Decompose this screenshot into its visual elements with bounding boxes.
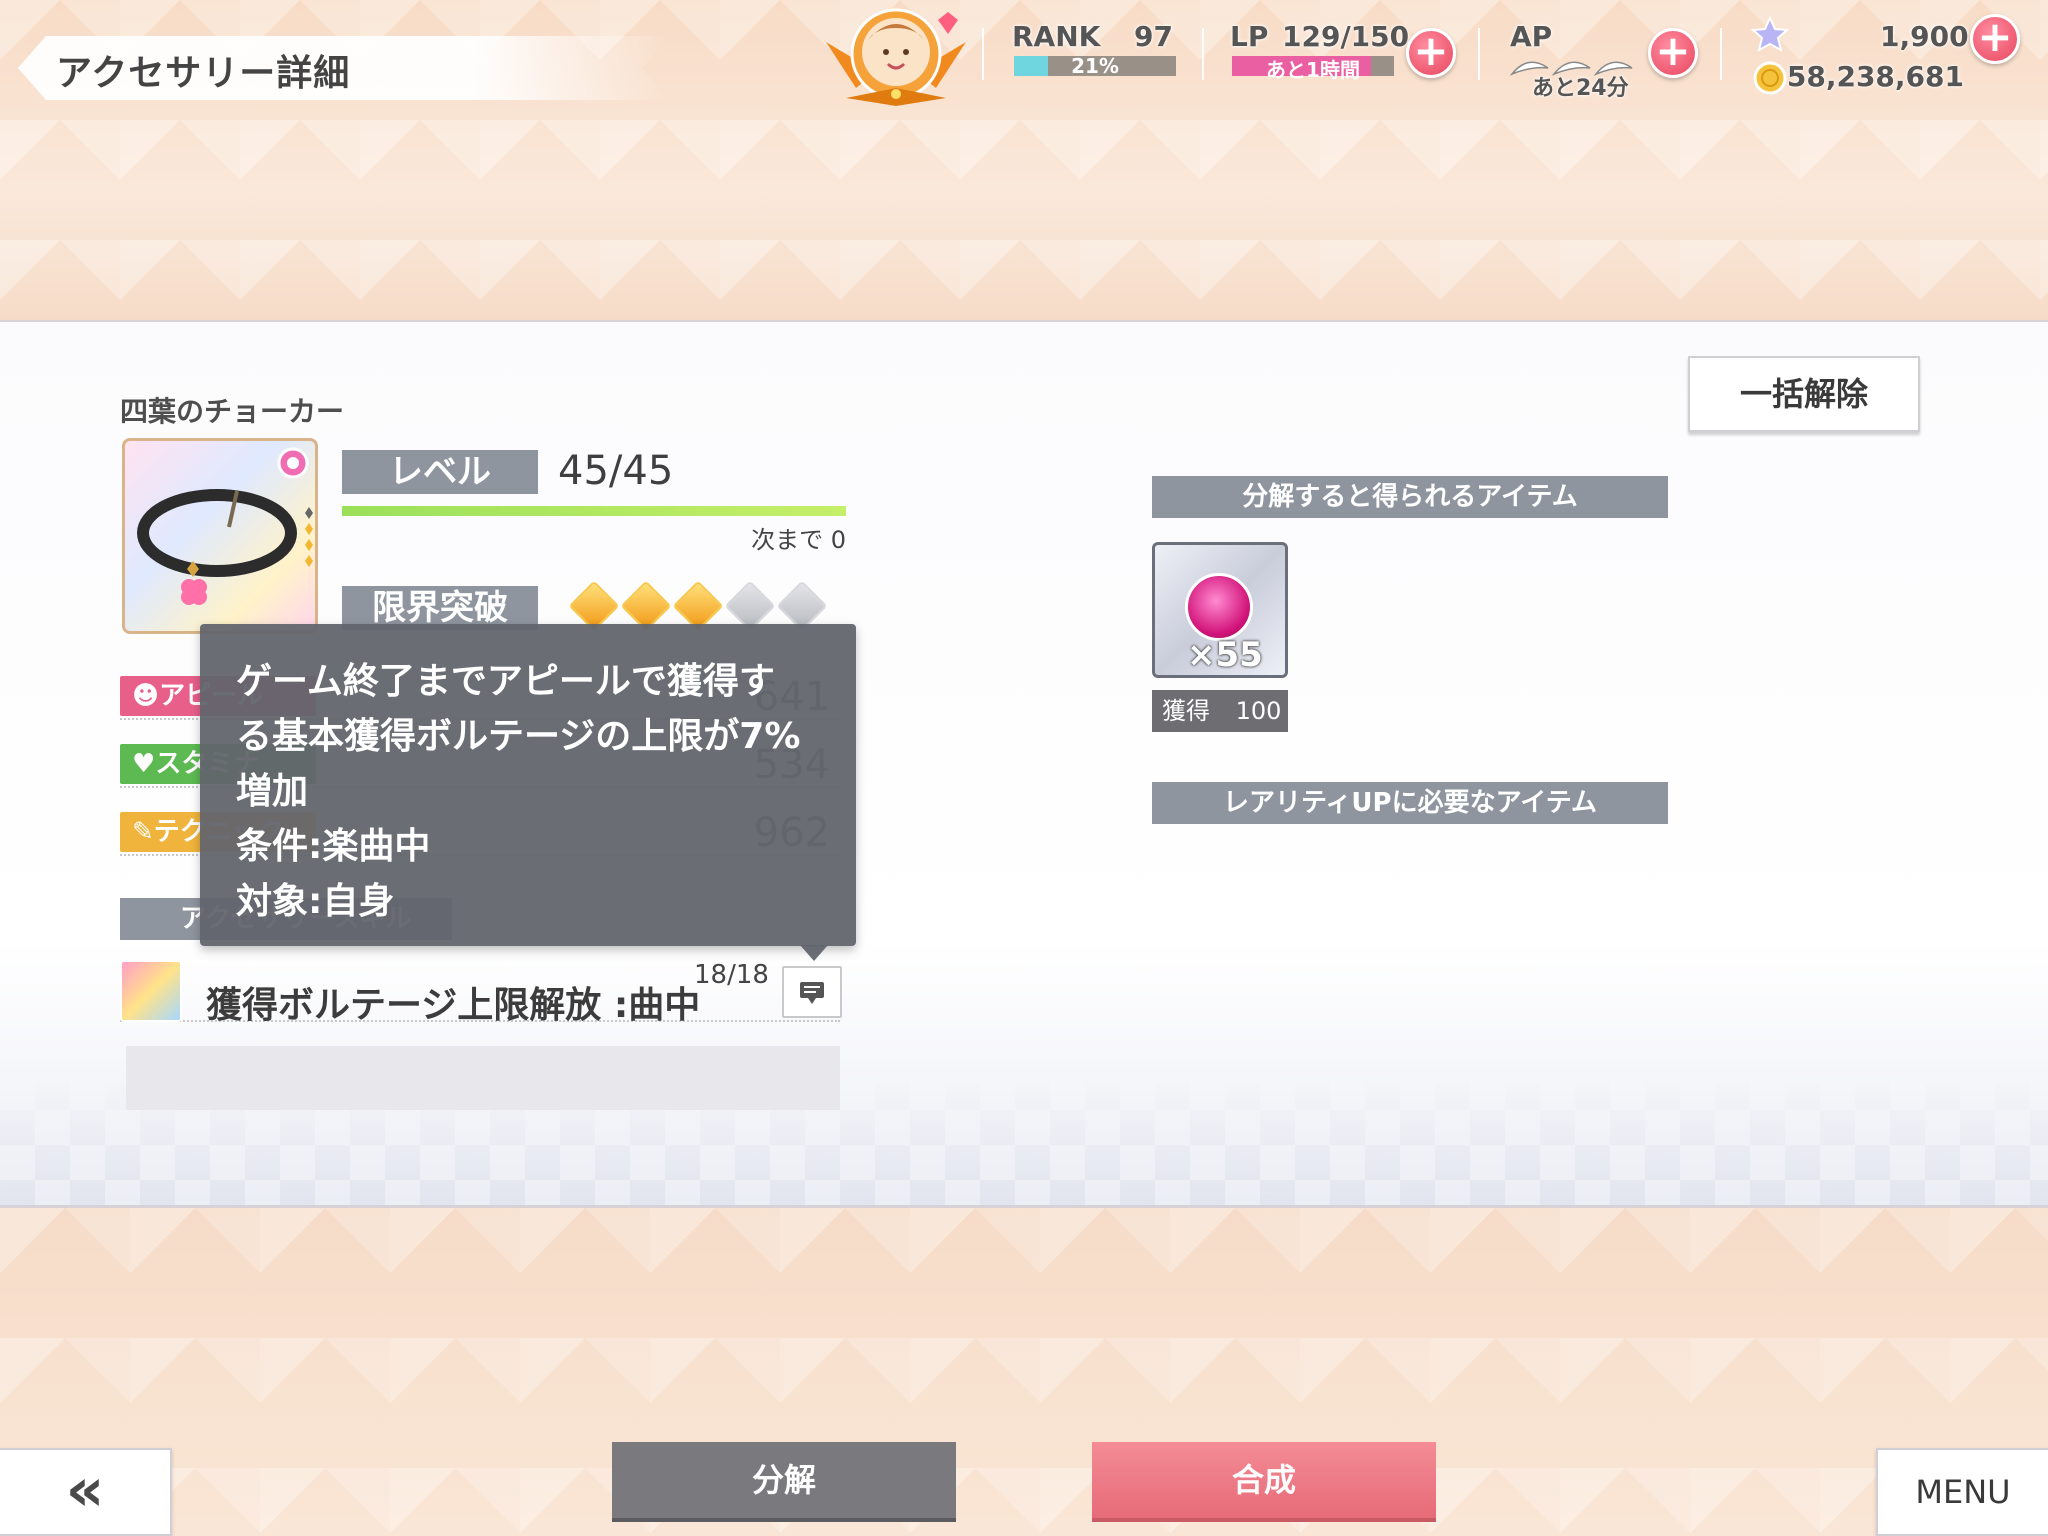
player-emblem-icon[interactable] [816,2,976,110]
skill-name: 獲得ボルテージ上限解放 :曲中 [206,985,701,1026]
page-title: アクセサリー詳細 [56,53,351,94]
lp-value: 129/150 [1282,20,1410,53]
skill-tooltip: ゲーム終了までアピールで獲得す る基本獲得ボルテージの上限が7% 増加 条件:楽… [200,624,856,946]
header-separator [1720,28,1722,80]
ap-label: AP [1510,20,1553,53]
loveca-star-icon [1750,16,1790,52]
skill-row[interactable]: 獲得ボルテージ上限解放 :曲中 18/18 [120,960,842,1026]
decompose-item[interactable]: ×55 [1152,542,1288,678]
level-progress-bar [342,506,846,516]
level-value: 45/45 [558,448,674,494]
choker-icon [137,447,313,605]
loveca-add-button[interactable]: + [1970,14,2020,64]
decompose-button[interactable]: 分解 [612,1442,956,1518]
lp-timer: あと1時間 [1266,58,1360,82]
rank-value: 97 [1134,20,1173,53]
skill-count: 18/18 [694,960,769,990]
accessory-card[interactable] [122,438,318,634]
empty-skill-slot [126,1046,840,1110]
next-exp-text: 次まで 0 [751,526,846,554]
accessory-name: 四葉のチョーカー [120,395,345,428]
gold-value: 58,238,681 [1786,60,1964,93]
footer-background [0,1208,2048,1536]
decompose-items-header: 分解すると得られるアイテム [1152,476,1668,518]
lp-label: LP [1230,20,1269,53]
lp-add-button[interactable]: + [1406,28,1456,78]
menu-button[interactable]: MENU [1876,1448,2048,1536]
skill-info-button[interactable] [782,966,842,1018]
level-label: レベル [342,450,538,494]
tooltip-line: 増加 [236,771,309,812]
tooltip-arrow [800,945,828,961]
tooltip-condition: 条件:楽曲中 [236,826,431,867]
rarity-items-header: レアリティUPに必要なアイテム [1152,782,1668,824]
tooltip-target: 対象:自身 [236,881,395,922]
loveca-value: 1,900 [1880,20,1969,53]
rank-label: RANK [1012,20,1101,53]
speech-bubble-icon [800,982,824,1004]
obtain-value: 100 [1235,697,1282,725]
gem-icon [1185,573,1253,641]
fuse-button[interactable]: 合成 [1092,1442,1436,1518]
ap-add-button[interactable]: + [1648,28,1698,78]
header-separator [1478,28,1480,80]
tooltip-line: る基本獲得ボルテージの上限が7% [236,716,801,757]
obtain-badge: 獲得 100 [1152,690,1288,732]
skill-icon [120,960,182,1022]
header-separator [1202,28,1204,80]
tooltip-line: ゲーム終了までアピールで獲得す [236,661,775,702]
release-all-button[interactable]: 一括解除 [1688,356,1920,432]
lp-progress-bar: あと1時間 [1232,56,1394,82]
header-separator [982,28,984,80]
obtain-label: 獲得 [1162,697,1210,725]
rank-progress-text: 21% [1071,54,1119,78]
ap-timer: あと24分 [1532,76,1629,101]
item-quantity: ×55 [1187,635,1263,675]
rank-progress-bar: 21% [1014,54,1176,78]
back-button[interactable]: « [0,1448,172,1536]
